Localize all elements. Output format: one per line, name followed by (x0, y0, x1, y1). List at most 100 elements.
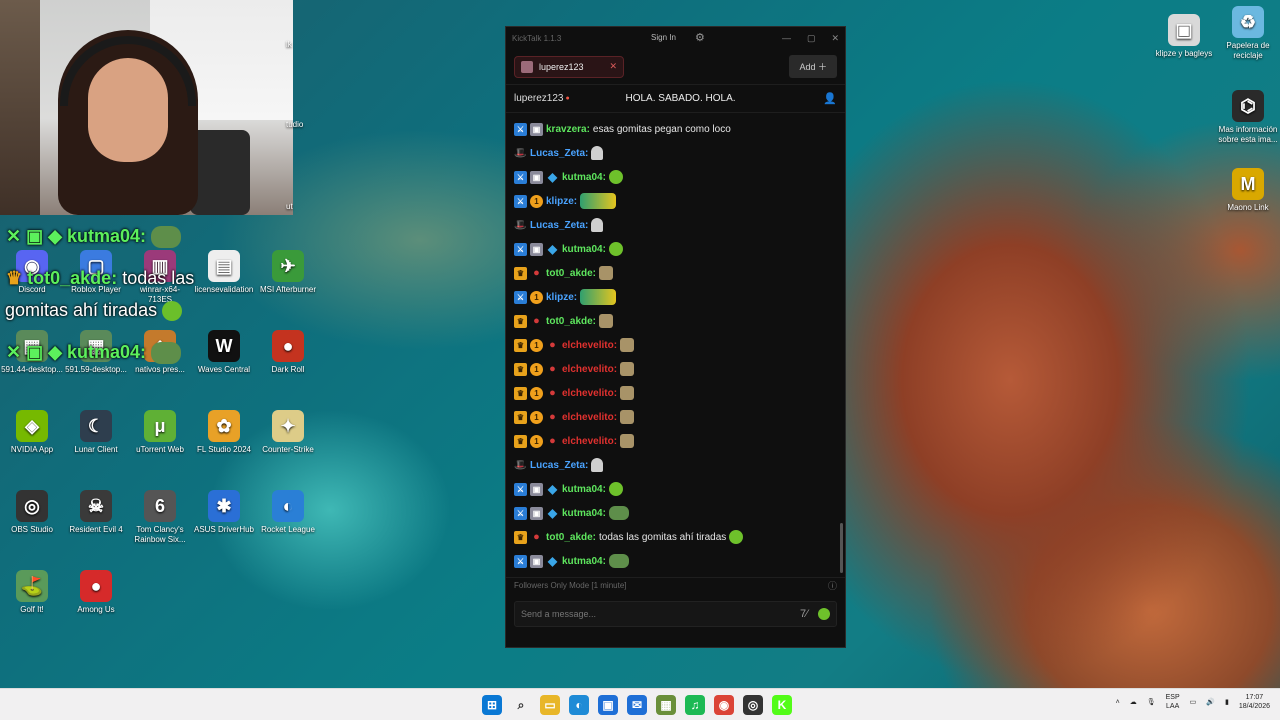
search-icon[interactable]: ⌕ (511, 695, 531, 715)
chat-messages[interactable]: ⚔ ▣ kravzera: esas gomitas pegan como loco 🎩… (506, 113, 845, 577)
chat-username[interactable]: elchevelito: (562, 340, 617, 351)
desktop-icon[interactable]: ◈ NVIDIA App (0, 410, 64, 455)
chat-username[interactable]: klipze: (546, 196, 577, 207)
chat-username[interactable]: elchevelito: (562, 364, 617, 375)
chat-username[interactable]: elchevelito: (562, 412, 617, 423)
ghost-emote-icon (591, 458, 604, 472)
minimize-icon[interactable]: — (782, 33, 791, 44)
chat-message[interactable]: ⚔ ▣ ◆ kutma04: (514, 549, 837, 573)
chat-username[interactable]: Lucas_Zeta: (530, 460, 588, 471)
chat-username[interactable]: kutma04: (562, 556, 606, 567)
chat-username[interactable]: kutma04: (562, 244, 606, 255)
desktop-icon[interactable]: M Maono Link (1216, 168, 1280, 213)
sign-in-button[interactable]: Sign In (651, 33, 676, 42)
desktop-icon[interactable]: ▣ klipze y bagleys (1152, 14, 1216, 59)
battery-icon[interactable]: ▮ (1225, 698, 1229, 706)
file-explorer-icon[interactable]: ▭ (540, 695, 560, 715)
chat-message[interactable]: ⚔ ▣ ◆ kutma04: (514, 477, 837, 501)
obs-icon[interactable]: ◎ (743, 695, 763, 715)
spotify-icon[interactable]: ♫ (685, 695, 705, 715)
gold-emote-icon (580, 289, 617, 305)
chat-message[interactable]: 🎩 Lucas_Zeta: (514, 213, 837, 237)
followers-mode-text: Followers Only Mode [1 minute] (514, 581, 627, 590)
tab-channel[interactable]: luperez123 ✕ (514, 55, 625, 78)
desktop-icon[interactable]: ⛳ Golf It! (0, 570, 64, 615)
chat-message[interactable]: 🎩 Lucas_Zeta: (514, 141, 837, 165)
chat-username[interactable]: kutma04: (562, 172, 606, 183)
chat-username[interactable]: tot0_akde: (546, 268, 596, 279)
store-icon[interactable]: ▣ (598, 695, 618, 715)
desktop-icon[interactable]: ▤ licensevalidation (192, 250, 256, 295)
chat-scrollbar[interactable] (840, 523, 843, 573)
chat-message[interactable]: ♛ 1 ● elchevelito: (514, 357, 837, 381)
desktop-icon[interactable]: ⌬ Mas información sobre esta ima... (1216, 90, 1280, 145)
chat-username[interactable]: kutma04: (562, 508, 606, 519)
chat-message[interactable]: ⚔ ▣ kravzera: esas gomitas pegan como loco (514, 117, 837, 141)
desktop-icon[interactable]: ◐ Rocket League (256, 490, 320, 535)
clock[interactable]: 17:07 18/4/2026 (1239, 693, 1270, 711)
emote-picker-icon[interactable] (818, 608, 830, 620)
desktop-icon[interactable]: ☾ Lunar Client (64, 410, 128, 455)
red-badge-icon: ● (549, 362, 556, 375)
frog-emote-icon (150, 342, 181, 365)
chat-message[interactable]: ♛ 1 ● elchevelito: (514, 333, 837, 357)
close-icon[interactable]: ✕ (831, 33, 839, 44)
volume-icon[interactable]: 🔊 (1206, 698, 1215, 706)
desktop-icon[interactable]: W Waves Central (192, 330, 256, 375)
chat-message[interactable]: 🎩 Lucas_Zeta: (514, 453, 837, 477)
desktop-icon[interactable]: ✦ Counter-Strike (256, 410, 320, 455)
maximize-icon[interactable]: ▢ (807, 33, 816, 44)
chat-message[interactable]: ⚔ 1 klipze: (514, 189, 837, 213)
chat-message[interactable]: ♛ ● tot0_akde: (514, 309, 837, 333)
desktop-icon[interactable]: ✿ FL Studio 2024 (192, 410, 256, 455)
taskbar-apps: ⊞ ⌕ ▭ ◐ ▣ ✉ ▦ ♫ ◉ ◎ K (482, 695, 792, 715)
hat-badge-icon: 🎩 (514, 147, 527, 159)
chat-username[interactable]: tot0_akde: (546, 316, 596, 327)
start-icon[interactable]: ⊞ (482, 695, 502, 715)
close-tab-icon[interactable]: ✕ (610, 61, 618, 72)
chat-message[interactable]: ♛ 1 ● elchevelito: (514, 405, 837, 429)
chat-username[interactable]: tot0_akde: (546, 532, 596, 543)
chat-message[interactable]: ♛ 1 ● elchevelito: (514, 429, 837, 453)
onedrive-icon[interactable]: ☁ (1130, 698, 1137, 706)
chat-input[interactable] (521, 609, 789, 619)
edge-icon[interactable]: ◐ (569, 695, 589, 715)
minecraft-icon[interactable]: ▦ (656, 695, 676, 715)
face-emote-icon (620, 338, 635, 352)
chat-message[interactable]: ⚔ ▣ ◆ kutma04: (514, 501, 837, 525)
chat-message[interactable]: ♛ ● tot0_akde: (514, 261, 837, 285)
chat-message[interactable]: ♛ 1 ● elchevelito: (514, 381, 837, 405)
chat-message[interactable]: ⚔ ▣ ◆ kutma04: (514, 165, 837, 189)
chat-message[interactable]: ⚔ ▣ ◆ kutma04: (514, 237, 837, 261)
desktop-icon[interactable]: ● Dark Roll (256, 330, 320, 375)
chat-username[interactable]: Lucas_Zeta: (530, 220, 588, 231)
chat-message[interactable]: ♛ ● tot0_akde: todas las gomitas ahí tirada… (514, 525, 837, 549)
desktop-icon[interactable]: ✈ MSI Afterburner (256, 250, 320, 295)
desktop-icon[interactable]: ● Among Us (64, 570, 128, 615)
info-icon[interactable]: ⓘ (828, 579, 837, 592)
kick-icon[interactable]: K (772, 695, 792, 715)
desktop-icon[interactable]: 6 Tom Clancy's Rainbow Six... (128, 490, 192, 545)
seven-tv-icon[interactable]: 7⁄ (800, 608, 808, 620)
chat-username[interactable]: elchevelito: (562, 388, 617, 399)
chrome-icon[interactable]: ◉ (714, 695, 734, 715)
chevron-up-icon[interactable]: ˄ (1116, 699, 1120, 706)
chat-username[interactable]: klipze: (546, 292, 577, 303)
language-indicator[interactable]: ESP LAA (1166, 693, 1180, 711)
desktop-icon[interactable]: μ uTorrent Web (128, 410, 192, 455)
chat-username[interactable]: kutma04: (562, 484, 606, 495)
mic-icon[interactable]: 🎙 (1147, 698, 1156, 706)
chat-username[interactable]: kravzera: (546, 124, 590, 135)
chat-message[interactable]: ⚔ 1 klipze: (514, 285, 837, 309)
gear-icon[interactable]: ⚙ (695, 31, 705, 44)
desktop-icon[interactable]: ✱ ASUS DriverHub (192, 490, 256, 535)
desktop-icon[interactable]: ◎ OBS Studio (0, 490, 64, 535)
chat-username[interactable]: elchevelito: (562, 436, 617, 447)
add-channel-button[interactable]: Add ＋ (789, 55, 837, 78)
user-icon[interactable]: 👤 (823, 92, 837, 105)
chat-username[interactable]: Lucas_Zeta: (530, 148, 588, 159)
desktop-icon[interactable]: ☠ Resident Evil 4 (64, 490, 128, 535)
network-icon[interactable]: ▭ (1190, 698, 1197, 706)
desktop-icon[interactable]: ♻ Papelera de reciclaje (1216, 6, 1280, 61)
outlook-icon[interactable]: ✉ (627, 695, 647, 715)
